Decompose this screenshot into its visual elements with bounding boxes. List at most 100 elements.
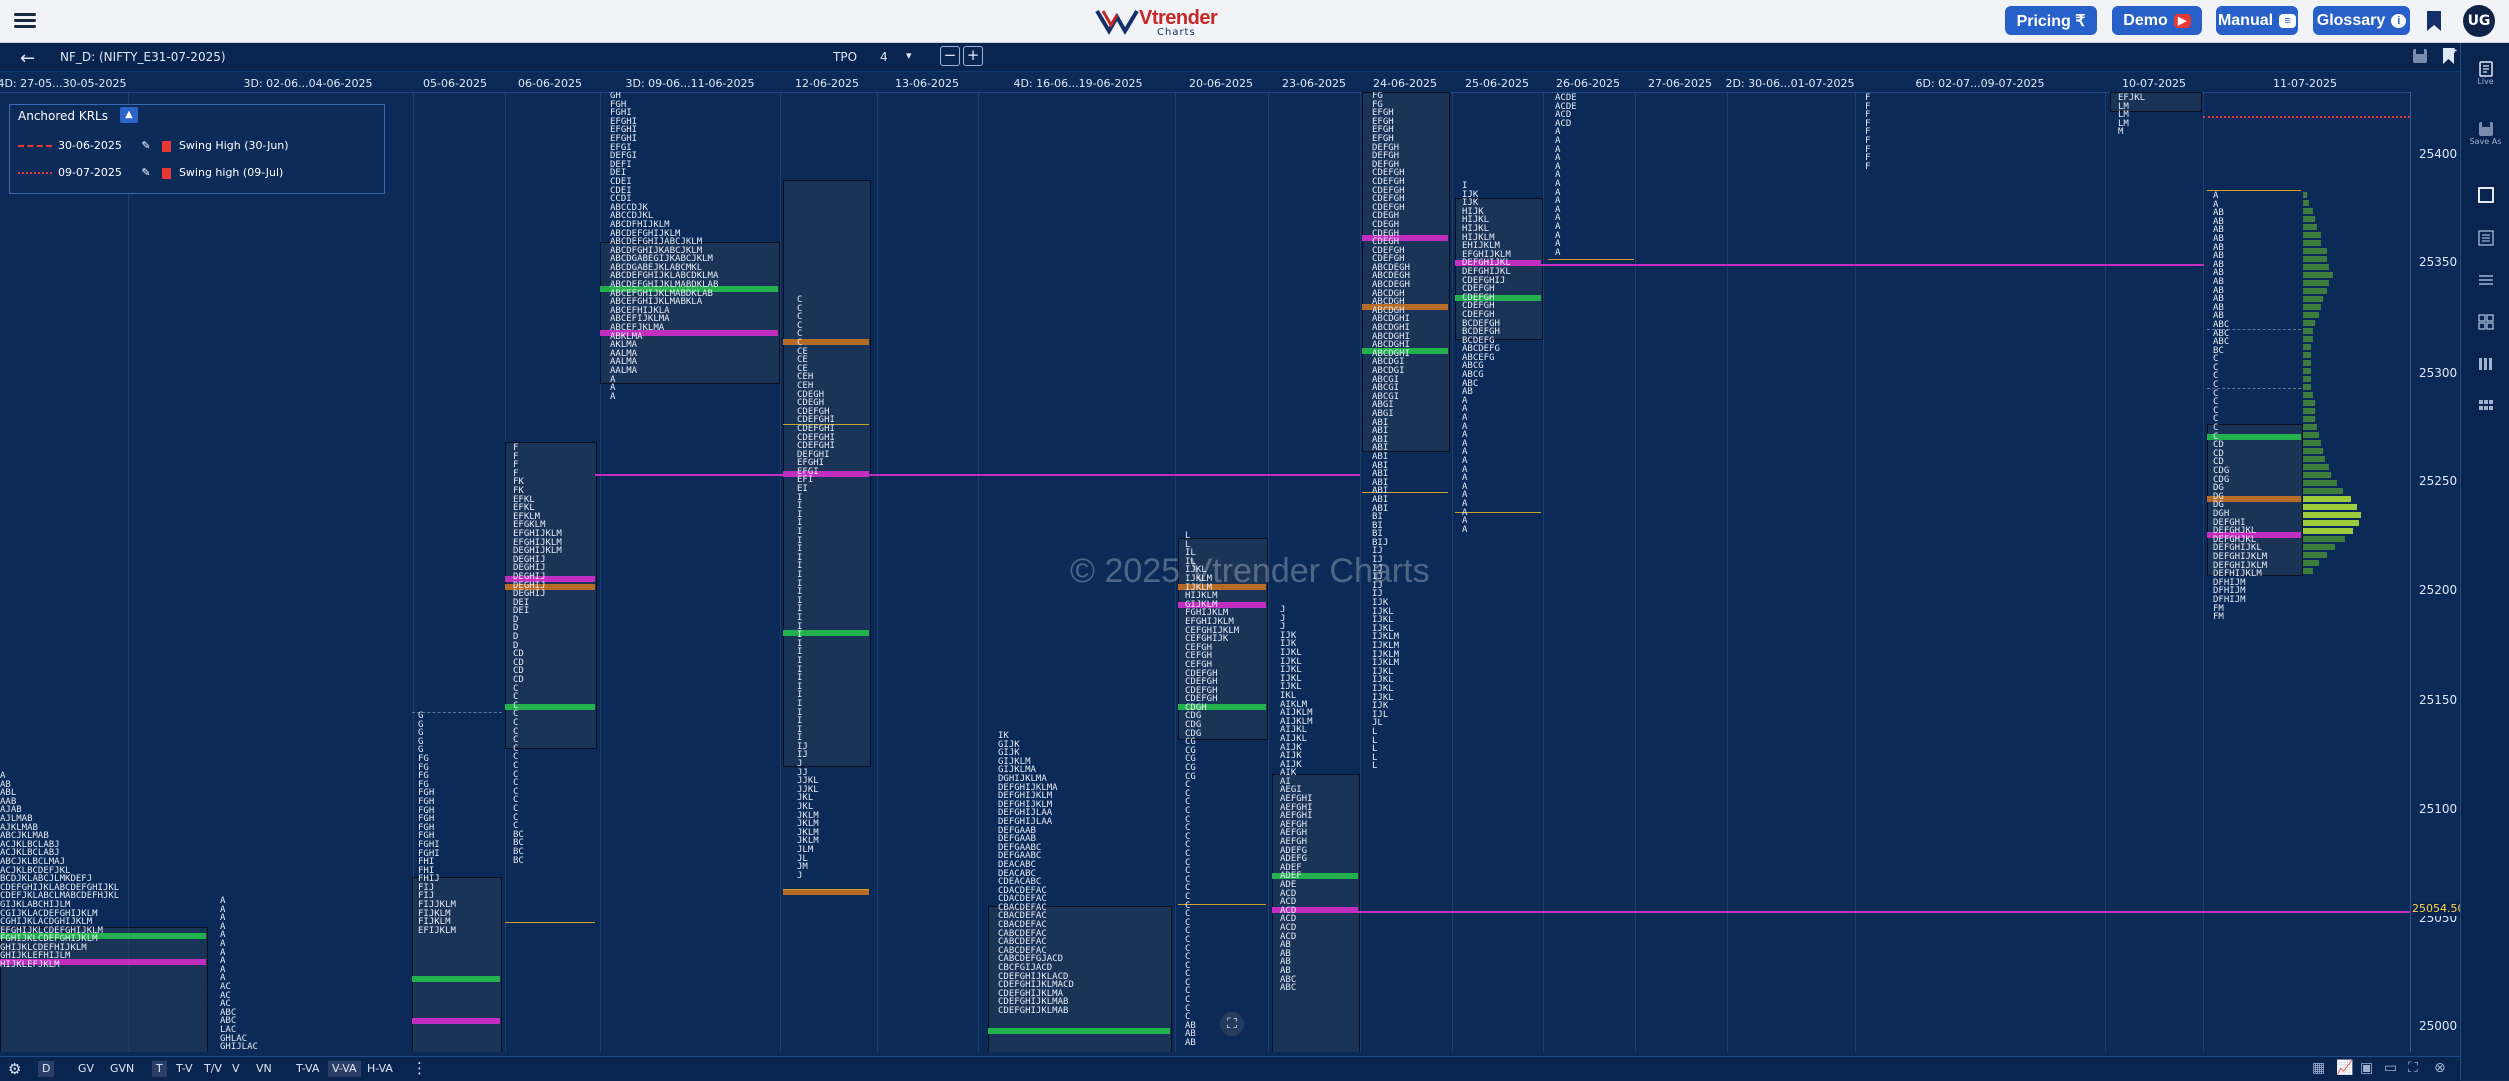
date-label: 12-06-2025 (795, 77, 859, 90)
live-tool[interactable]: Live (2461, 61, 2509, 86)
anchored-krls-panel: Anchored KRLs ▲ 30-06-2025 ✎ Swing High (3… (9, 104, 385, 194)
histogram-bar (2303, 408, 2315, 414)
date-label: 10-07-2025 (2122, 77, 2186, 90)
mode-d[interactable]: D (38, 1061, 55, 1077)
ib-line (783, 889, 869, 890)
histogram-bar (2303, 352, 2311, 358)
bookmark-add-icon[interactable] (2442, 47, 2458, 65)
tpo-letters: F F F F F F F F F (1865, 93, 1871, 172)
histogram-bar (2303, 560, 2319, 566)
manual-button[interactable]: Manual ≡ (2216, 6, 2298, 35)
bookmark-icon[interactable] (2426, 10, 2442, 32)
square-tool-icon[interactable] (2477, 186, 2495, 204)
histogram-bar (2303, 240, 2321, 246)
histogram-bar (2303, 264, 2329, 270)
gear-icon[interactable]: ⚙ (8, 1060, 21, 1078)
mode-t[interactable]: T (152, 1061, 167, 1077)
minus-button[interactable]: − (940, 46, 960, 66)
mode-vn[interactable]: VN (252, 1061, 276, 1077)
date-label: 11-07-2025 (2273, 77, 2337, 90)
mode-v[interactable]: V (228, 1061, 244, 1077)
dotted-line-icon (18, 172, 52, 174)
histogram-bar (2303, 512, 2361, 518)
krl-row[interactable]: 30-06-2025 ✎ Swing High (30-Jun) (18, 139, 289, 152)
trash-icon[interactable] (161, 167, 171, 179)
mode-t-slash-v[interactable]: T/V (200, 1061, 226, 1077)
tpo-letters: GH FGH FGHI EFGHI EFGHI EFGHI EFGI DEFGI… (610, 92, 719, 402)
chevron-down-icon[interactable]: ▾ (906, 49, 912, 62)
logo-subtext: Charts (1157, 27, 1196, 38)
krl-label: Swing High (30-Jun) (178, 139, 289, 152)
ib-line (1548, 259, 1634, 260)
tpo-label: TPO (833, 50, 858, 64)
date-label: 25-06-2025 (1465, 77, 1529, 90)
tpo-letters: A AB ABL AAB AJAB AJLMAB AJKLMAB ABCJKLM… (0, 771, 120, 971)
more-vertical-icon[interactable]: ⋮ (412, 1059, 427, 1077)
tpo-chart[interactable]: A AB ABL AAB AJAB AJLMAB AJKLMAB ABCJKLM… (0, 92, 2410, 1052)
collapse-icon[interactable]: ▲ (120, 107, 138, 123)
logo[interactable]: Vtrender Charts (1095, 5, 1218, 39)
youtube-icon: ▶ (2173, 13, 2191, 28)
price-label: 25000 (2419, 1019, 2458, 1033)
mode-h-va[interactable]: H-VA (363, 1061, 397, 1077)
mode-t-v[interactable]: T-V (172, 1061, 197, 1077)
histogram-bar (2303, 192, 2307, 198)
avatar[interactable]: UG (2463, 5, 2495, 37)
grid-tool-icon[interactable] (2477, 313, 2495, 331)
close-icon[interactable]: ⊗ (2434, 1060, 2446, 1076)
tpo-letters: L L IL IL IJKL IJKLM IJKLM HIJKLM GIJKLM… (1185, 531, 1240, 1049)
line-chart-icon[interactable]: 📈 (2336, 1060, 2353, 1076)
date-label: 24-06-2025 (1373, 77, 1437, 90)
plus-button[interactable]: + (963, 46, 983, 66)
mode-gvn[interactable]: GVN (106, 1061, 138, 1077)
fullscreen-icon[interactable]: ⛶ (1220, 1012, 1244, 1036)
lines-tool-icon[interactable] (2477, 271, 2495, 289)
save-icon[interactable] (2412, 48, 2428, 64)
panel-icon[interactable]: ▭ (2384, 1060, 2397, 1076)
manual-label: Manual (2217, 11, 2274, 29)
mode-t-va[interactable]: T-VA (292, 1061, 323, 1077)
histogram-bar (2303, 496, 2351, 502)
columns-tool-icon[interactable] (2477, 355, 2495, 373)
document-icon (2478, 61, 2493, 77)
krl-line (2203, 116, 2410, 118)
date-label: 13-06-2025 (895, 77, 959, 90)
price-label: 25250 (2419, 474, 2458, 488)
tiles-tool-icon[interactable] (2477, 397, 2495, 415)
vah-band (412, 976, 500, 982)
histogram-bar (2303, 440, 2321, 446)
glossary-button[interactable]: Glossary i (2313, 6, 2410, 35)
histogram-bar (2303, 296, 2323, 302)
mode-v-va[interactable]: V-VA (328, 1061, 361, 1077)
trash-icon[interactable] (161, 140, 171, 152)
price-label: 25100 (2419, 802, 2458, 816)
list-tool-icon[interactable] (2477, 229, 2495, 247)
histogram-bar (2303, 568, 2313, 574)
current-price-badge: 25054.50 (2412, 902, 2465, 916)
layout-icon[interactable]: ▣ (2360, 1060, 2373, 1076)
expand-icon[interactable]: ⛶ (2408, 1060, 2418, 1076)
edit-icon[interactable]: ✎ (140, 139, 152, 152)
histogram-bar (2303, 488, 2343, 494)
histogram-bar (2303, 232, 2321, 238)
mode-gv[interactable]: GV (74, 1061, 98, 1077)
day-separator (1855, 92, 1856, 1052)
right-sidebar: Live Save As (2460, 43, 2509, 1080)
pricing-button[interactable]: Pricing ₹ (2005, 6, 2097, 35)
menu-icon[interactable] (14, 10, 36, 30)
histogram-bar (2303, 208, 2313, 214)
histogram-bar (2303, 472, 2331, 478)
demo-button[interactable]: Demo ▶ (2112, 6, 2202, 35)
krl-row[interactable]: 09-07-2025 ✎ Swing high (09-Jul) (18, 166, 283, 179)
edit-icon[interactable]: ✎ (140, 166, 152, 179)
symbol-label: NF_D: (NIFTY_E31-07-2025) (60, 50, 226, 64)
grid-icon[interactable]: ▦ (2312, 1060, 2325, 1076)
back-arrow-icon[interactable]: ← (20, 48, 35, 69)
histogram-bar (2303, 368, 2311, 374)
date-label: 20-06-2025 (1189, 77, 1253, 90)
naked-poc-line (1541, 264, 2204, 266)
tpo-letters: J J J IJK IJK IJKL IJKL IJKL IJKL IJKL I… (1280, 605, 1313, 994)
date-label: 3D: 02-06...04-06-2025 (243, 77, 373, 90)
save-as-tool[interactable]: Save As (2461, 121, 2509, 146)
tpo-select[interactable]: 4 (880, 50, 888, 64)
